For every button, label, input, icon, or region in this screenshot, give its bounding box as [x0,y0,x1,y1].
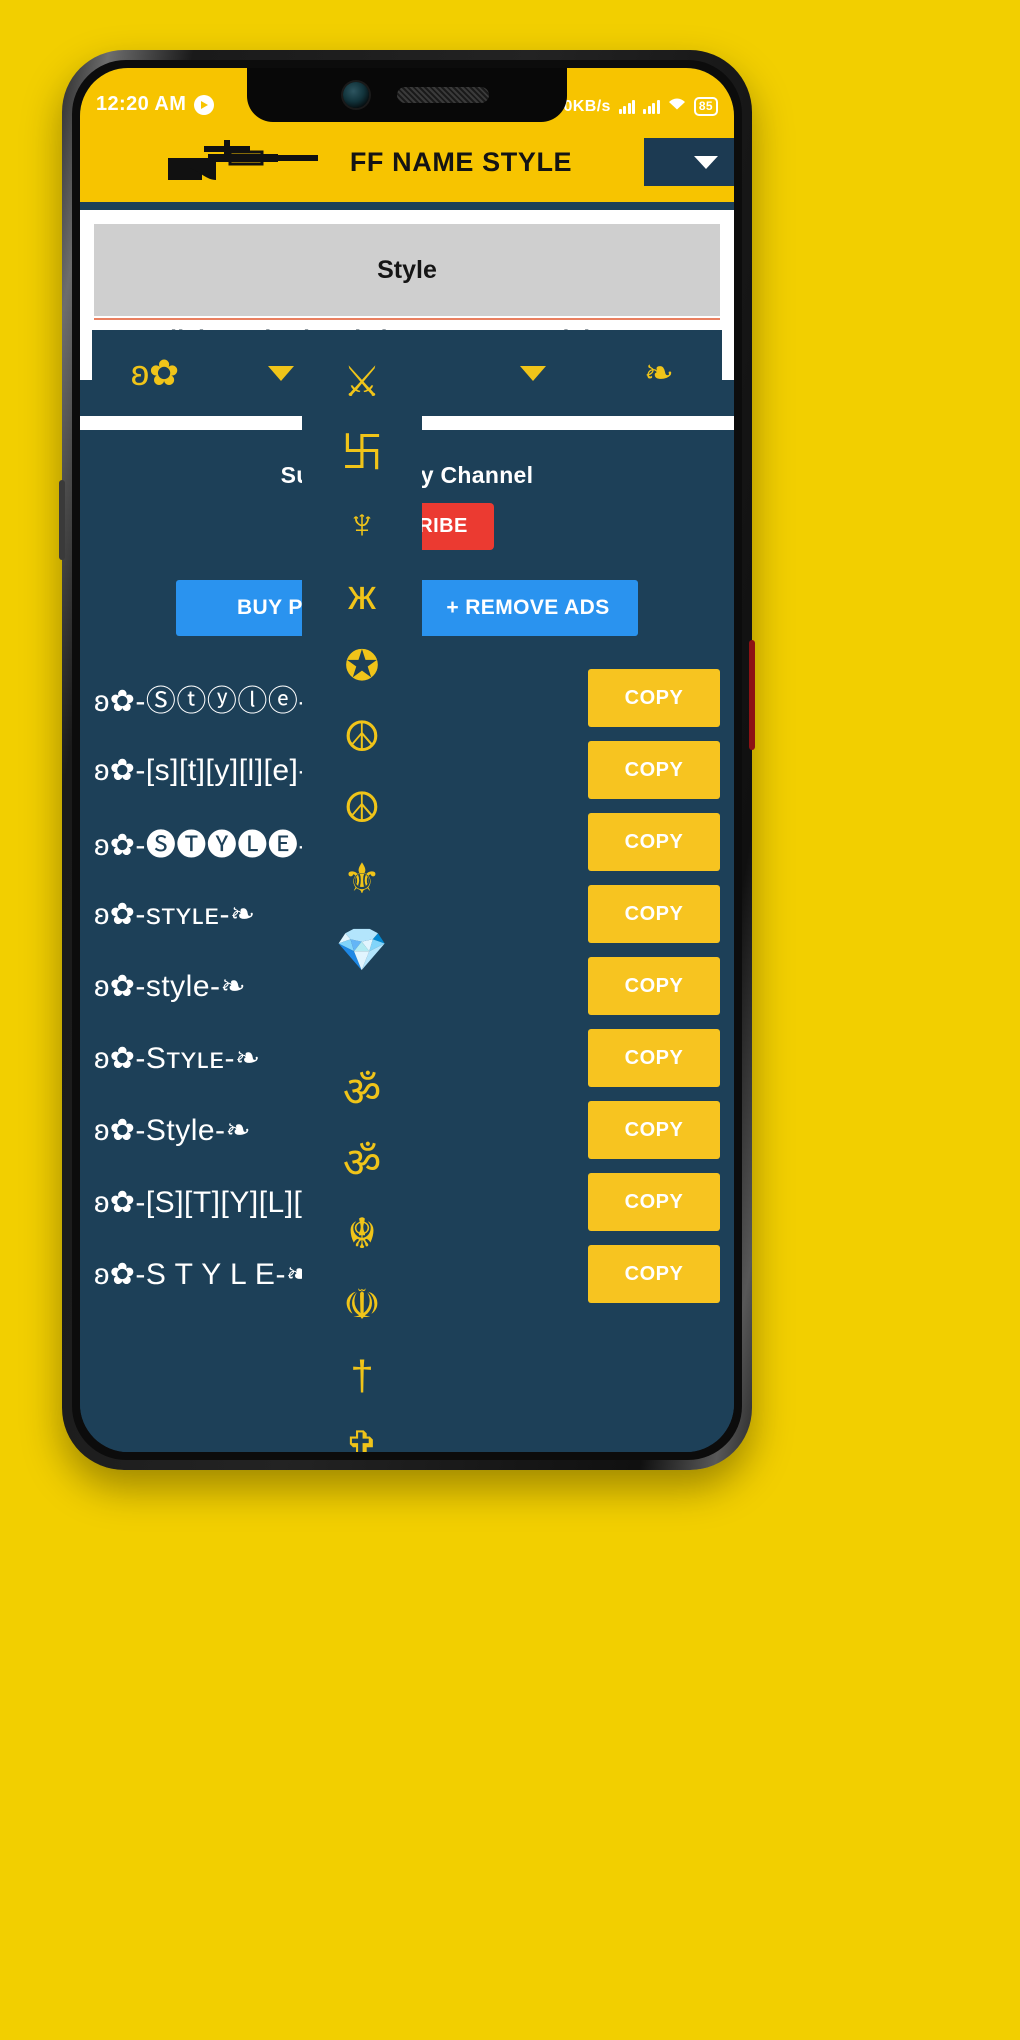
phone-notch [247,68,567,122]
crossed-swords-symbol[interactable]: ⚔ [302,346,422,417]
copy-button[interactable]: COPY [588,669,720,727]
picker-right-dropdown[interactable] [470,365,596,381]
latin-cross-symbol[interactable]: ✞ [302,1411,422,1452]
copy-button[interactable]: COPY [588,1245,720,1303]
picker-left-symbol[interactable]: ʚ✿ [92,352,218,394]
phone-screen: 12:20 AM 0.0KB/s 85 FF NAME STYLE Style … [80,68,734,1452]
circled-star-symbol[interactable]: ✪ [302,630,422,701]
swastika-symbol[interactable]: 卐 [302,417,422,488]
status-bar-left: 12:20 AM [96,93,215,116]
chevron-down-icon [694,155,718,169]
chevron-down-icon [268,365,294,381]
dagger-cross-symbol[interactable]: † [302,1340,422,1411]
fleur-de-lis-symbol[interactable]: ⚜ [302,843,422,914]
page-title: FF NAME STYLE [349,146,573,177]
app-bar: FF NAME STYLE [80,122,734,202]
khanda-symbol[interactable]: ☬ [302,1198,422,1269]
signal-bars-1-icon [618,99,636,114]
status-bar-right: 0.0KB/s 85 [549,97,718,116]
om-devanagari-symbol[interactable]: ॐ [302,1127,422,1198]
volume-button[interactable] [59,480,65,560]
copy-button[interactable]: COPY [588,1029,720,1087]
power-button[interactable] [749,640,755,750]
status-time: 12:20 AM [96,93,187,115]
lotus-symbol[interactable]: ☮ [302,701,422,772]
copy-button[interactable]: COPY [588,1173,720,1231]
front-camera-icon [343,82,369,108]
style-button[interactable]: Style [94,224,720,316]
phone-frame: 12:20 AM 0.0KB/s 85 FF NAME STYLE Style … [59,50,755,1470]
peace-symbol[interactable]: ☮ [302,772,422,843]
symbol-overlay-list[interactable]: ⚔卐♆ж✪☮☮⚜💎·ॐॐ☬☫†✞✚ [302,346,422,1452]
trident-symbol[interactable]: ♆ [302,488,422,559]
app-bar-spinner[interactable] [644,138,734,186]
chevron-down-icon [520,365,546,381]
copy-button[interactable]: COPY [588,1101,720,1159]
farsi-symbol[interactable]: ☫ [302,1269,422,1340]
copy-button[interactable]: COPY [588,957,720,1015]
app-bar-underline [80,202,734,210]
copy-button[interactable]: COPY [588,813,720,871]
remove-ads-button[interactable]: + REMOVE ADS [418,580,638,636]
picker-right-symbol[interactable]: ❧ [596,352,722,394]
cross-star-symbol[interactable]: ж [302,559,422,630]
battery-indicator: 85 [693,97,718,116]
earpiece-speaker [397,87,489,103]
copy-button[interactable]: COPY [588,741,720,799]
blank-symbol[interactable]: · [302,985,422,1056]
signal-bars-2-icon [643,99,660,114]
copy-button[interactable]: COPY [588,885,720,943]
phone-inner-bezel: 12:20 AM 0.0KB/s 85 FF NAME STYLE Style … [72,60,742,1460]
screenshot-root: 12:20 AM 0.0KB/s 85 FF NAME STYLE Style … [0,0,1020,2040]
gem-symbol[interactable]: 💎 [302,914,422,985]
om-symbol[interactable]: ॐ [302,1056,422,1127]
style-divider [94,318,720,320]
wifi-icon [668,97,686,116]
play-icon [194,94,215,115]
